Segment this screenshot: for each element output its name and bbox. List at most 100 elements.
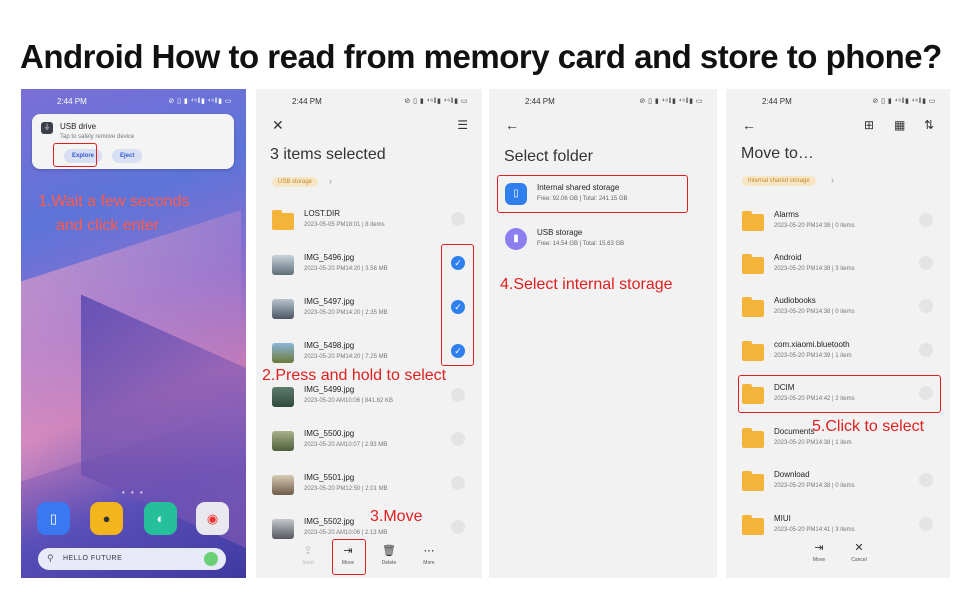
radio-icon[interactable]: [919, 213, 933, 227]
folder-row[interactable]: com.xiaomi.bluetooth 2023-05-20 PM14:39 …: [726, 338, 950, 378]
app-icon-messages[interactable]: ●: [90, 502, 123, 535]
radio-icon[interactable]: [919, 299, 933, 313]
folder-meta: 2023-05-20 PM14:41 | 3 items: [774, 527, 855, 533]
chevron-right-icon: ›: [329, 176, 332, 186]
list-item[interactable]: IMG_5499.jpg 2023-05-20 AM10:06 | 841.82…: [256, 383, 482, 423]
folder-name: Download: [774, 470, 810, 479]
more-button[interactable]: ⋯ More: [414, 544, 444, 566]
app-icon-browser[interactable]: ◐: [144, 502, 177, 535]
usb-storage-icon: ▮: [505, 228, 527, 250]
radio-icon[interactable]: [919, 343, 933, 357]
chevron-right-icon: ›: [831, 175, 834, 185]
folder-icon: [742, 471, 764, 491]
image-thumbnail: [272, 387, 294, 407]
status-time: 2:44 PM: [292, 97, 322, 106]
image-thumbnail: [272, 431, 294, 451]
status-bar: 2:44 PM ⊘ ▯ ▮ ⁴⁶‖▮ ⁴⁶‖▮ ▭: [256, 97, 482, 109]
radio-icon[interactable]: [919, 256, 933, 270]
explore-highlight-box: [53, 143, 97, 167]
sort-icon[interactable]: ⇅: [924, 118, 934, 132]
image-thumbnail: [272, 343, 294, 363]
folder-row[interactable]: Alarms 2023-05-20 PM14:38 | 0 items: [726, 208, 950, 248]
item-name: IMG_5497.jpg: [304, 297, 355, 306]
camera-icon: ◉: [206, 511, 219, 526]
folder-icon: [742, 428, 764, 448]
storage-name: USB storage: [537, 228, 583, 237]
app-icon-camera[interactable]: ◉: [196, 502, 229, 535]
image-thumbnail: [272, 255, 294, 275]
notification-title: USB drive: [60, 122, 97, 131]
search-icon: ⚲: [47, 553, 54, 563]
item-name: IMG_5500.jpg: [304, 429, 355, 438]
selection-title: 3 items selected: [270, 146, 386, 163]
delete-button[interactable]: 🗑 Delete: [374, 544, 404, 566]
select-checkbox[interactable]: [451, 212, 465, 226]
radio-icon[interactable]: [919, 517, 933, 531]
dcim-highlight-box: [738, 375, 941, 413]
status-time: 2:44 PM: [525, 97, 555, 106]
page-dots: • • •: [122, 488, 145, 497]
folder-row[interactable]: Android 2023-05-20 PM14:38 | 3 items: [726, 251, 950, 291]
folder-name: Alarms: [774, 210, 799, 219]
close-icon[interactable]: ✕: [272, 117, 284, 134]
status-bar: 2:44 PM ⊘ ▯ ▮ ⁴⁶‖▮ ⁴⁶‖▮ ▭: [21, 97, 246, 109]
folder-icon: [742, 254, 764, 274]
list-item[interactable]: LOST.DIR 2023-05-05 PM18:01 | 8 items: [256, 207, 482, 247]
internal-storage-highlight-box: [497, 175, 688, 213]
usb-files-panel: 2:44 PM ⊘ ▯ ▮ ⁴⁶‖▮ ⁴⁶‖▮ ▭ ✕ ☰ 3 items se…: [256, 89, 482, 578]
folder-meta: 2023-05-20 PM14:38 | 3 items: [774, 266, 855, 272]
breadcrumb-chip[interactable]: Internal shared storage: [742, 176, 816, 186]
step5-annotation: 5.Click to select: [812, 418, 925, 435]
list-item[interactable]: IMG_5500.jpg 2023-05-20 AM10:07 | 2.93 M…: [256, 427, 482, 467]
search-bar[interactable]: ⚲ HELLO FUTURE: [38, 548, 226, 570]
folder-meta: 2023-05-20 PM14:38 | 1 item: [774, 440, 852, 446]
back-arrow-icon[interactable]: ←: [742, 117, 756, 133]
share-icon: ⇪: [303, 545, 313, 557]
breadcrumb-chip[interactable]: USB storage: [272, 177, 319, 187]
new-folder-icon[interactable]: ⊞: [864, 118, 874, 132]
folder-row[interactable]: Download 2023-05-20 PM14:38 | 0 items: [726, 468, 950, 508]
select-folder-panel: 2:44 PM ⊘ ▯ ▮ ⁴⁶‖▮ ⁴⁶‖▮ ▭ ← Select folde…: [489, 89, 717, 578]
folder-icon: [742, 211, 764, 231]
assistant-icon[interactable]: [204, 552, 218, 566]
home-screen-panel: 2:44 PM ⊘ ▯ ▮ ⁴⁶‖▮ ⁴⁶‖▮ ▭ ⏚ USB drive Ta…: [21, 89, 246, 578]
item-meta: 2023-05-20 AM10:06 | 841.82 KB: [304, 398, 393, 404]
folder-icon: [742, 341, 764, 361]
item-name: IMG_5496.jpg: [304, 253, 355, 262]
step2-annotation: 2.Press and hold to select: [262, 367, 447, 384]
select-checkbox[interactable]: [451, 388, 465, 402]
folder-row[interactable]: Audiobooks 2023-05-20 PM14:38 | 0 items: [726, 294, 950, 334]
move-to-title: Move to…: [741, 145, 814, 162]
image-thumbnail: [272, 475, 294, 495]
step1-line2: and click enter: [56, 217, 160, 234]
move-button[interactable]: ⇥ Move: [804, 541, 834, 563]
grid-view-icon[interactable]: ▦: [894, 118, 905, 132]
item-meta: 2023-05-20 PM14:20 | 2.35 MB: [304, 310, 388, 316]
item-name: IMG_5498.jpg: [304, 341, 355, 350]
action-bar: ⇥ Move ✕ Cancel: [726, 541, 950, 567]
eject-button[interactable]: Eject: [112, 149, 143, 163]
list-item[interactable]: IMG_5501.jpg 2023-05-20 PM12:50 | 2.01 M…: [256, 471, 482, 511]
select-checkbox[interactable]: [451, 476, 465, 490]
usb-storage-option[interactable]: ▮ USB storage Free: 14.54 GB | Total: 15…: [505, 226, 701, 262]
notification-subtitle: Tap to safely remove device: [60, 134, 135, 140]
radio-icon[interactable]: [919, 473, 933, 487]
send-button[interactable]: ⇪ Send: [293, 544, 323, 566]
step3-annotation: 3.Move: [370, 508, 423, 525]
image-thumbnail: [272, 299, 294, 319]
cancel-button[interactable]: ✕ Cancel: [844, 541, 874, 563]
folder-name: com.xiaomi.bluetooth: [774, 340, 850, 349]
item-meta: 2023-05-20 PM14:20 | 7.25 MB: [304, 354, 388, 360]
step4-annotation: 4.Select internal storage: [500, 276, 673, 293]
select-checkbox[interactable]: [451, 432, 465, 446]
select-checkbox[interactable]: [451, 520, 465, 534]
image-thumbnail: [272, 519, 294, 539]
storage-meta: Free: 14.54 GB | Total: 15.63 GB: [537, 241, 625, 247]
app-icon-phone[interactable]: ▯: [37, 502, 70, 535]
more-icon: ⋯: [423, 545, 435, 557]
close-icon: ✕: [854, 542, 864, 554]
item-name: IMG_5502.jpg: [304, 517, 355, 526]
item-meta: 2023-05-05 PM18:01 | 8 items: [304, 222, 385, 228]
back-arrow-icon[interactable]: ←: [505, 117, 519, 133]
select-all-icon[interactable]: ☰: [457, 118, 468, 132]
